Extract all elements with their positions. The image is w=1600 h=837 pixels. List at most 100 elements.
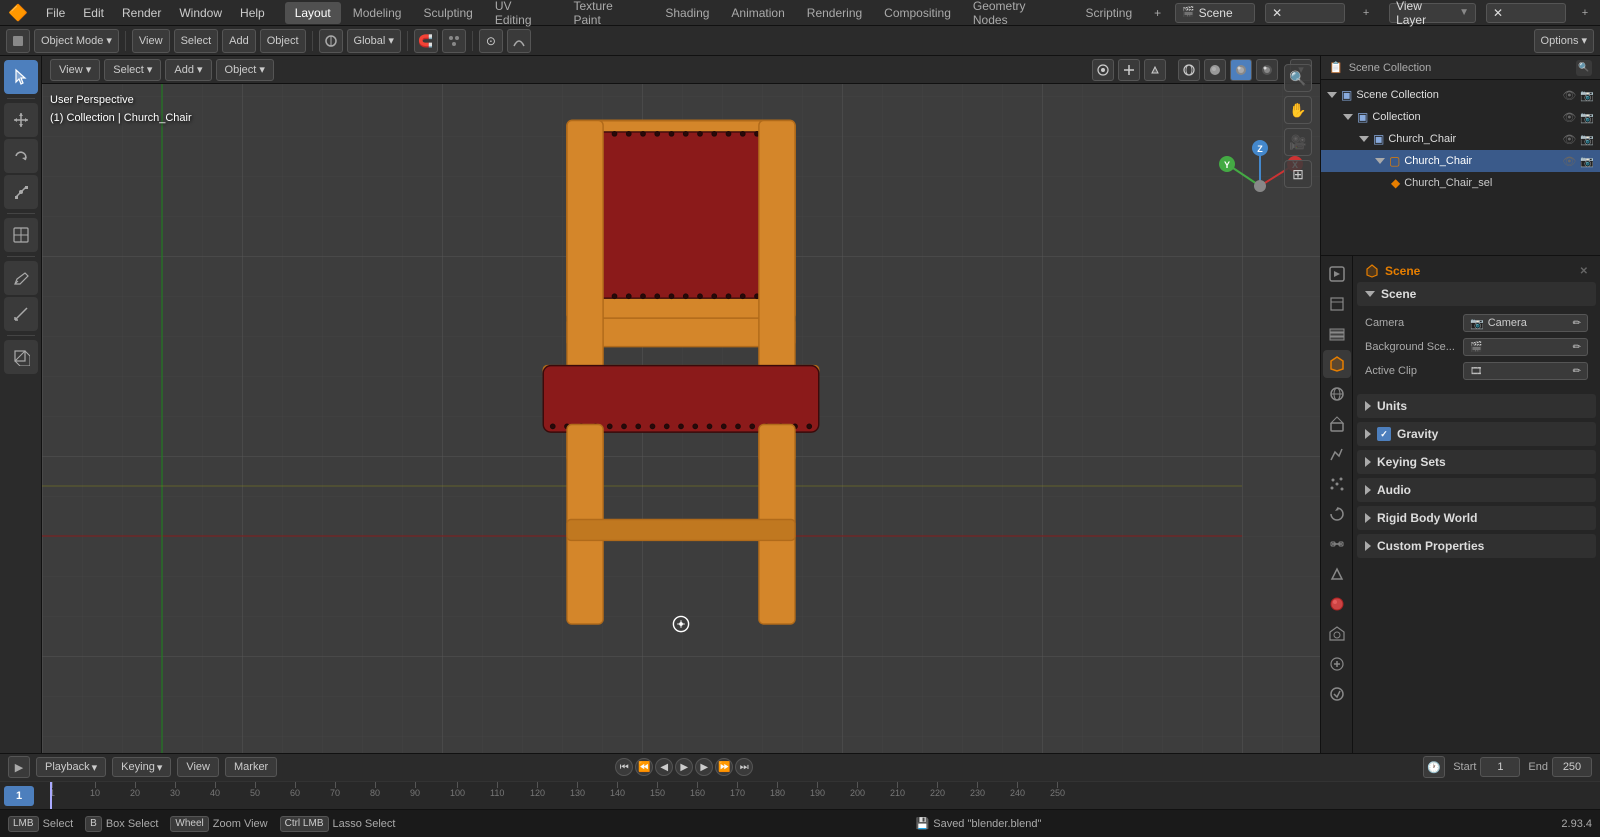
mode-selector[interactable]: Object Mode ▾ (34, 29, 119, 53)
bg-scene-value[interactable]: 🎬 ✏ (1463, 338, 1588, 356)
view-menu-btn[interactable]: View (132, 29, 170, 53)
tab-compositing[interactable]: Compositing (874, 2, 961, 24)
tool-scale[interactable] (4, 175, 38, 209)
vp-zoom-in-btn[interactable]: 🔍 (1284, 64, 1312, 92)
snap-type-btn[interactable] (442, 29, 466, 53)
tool-rotate[interactable] (4, 139, 38, 173)
tab-rendering[interactable]: Rendering (797, 2, 872, 24)
vis-icon-3[interactable]: 👁 (1562, 133, 1576, 146)
vp-material-btn[interactable] (1230, 59, 1252, 81)
tab-sculpting[interactable]: Sculpting (413, 2, 482, 24)
playback-menu-btn[interactable]: Playback ▾ (36, 757, 106, 777)
props-section-audio-header[interactable]: Audio (1357, 478, 1596, 502)
view-menu-btn-timeline[interactable]: View (177, 757, 219, 777)
close-scene-btn[interactable]: ✕ (1265, 3, 1345, 23)
menu-render[interactable]: Render (114, 2, 169, 24)
tab-geometry-nodes[interactable]: Geometry Nodes (963, 2, 1074, 24)
close-viewlayer-btn[interactable]: ✕ (1486, 3, 1566, 23)
step-fwd-btn[interactable]: ▶ (695, 758, 713, 776)
props-tab-extra2[interactable] (1323, 680, 1351, 708)
scene-name-field[interactable]: 🎬 Scene (1175, 3, 1255, 23)
tab-add[interactable]: + (1144, 2, 1171, 24)
vp-wireframe-btn[interactable] (1178, 59, 1200, 81)
vp-ortho-btn[interactable]: ⊞ (1284, 160, 1312, 188)
prev-keyframe-btn[interactable]: ⏪ (635, 758, 653, 776)
tab-texture-paint[interactable]: Texture Paint (563, 2, 653, 24)
menu-edit[interactable]: Edit (75, 2, 112, 24)
vp-camera-btn[interactable]: 🎥 (1284, 128, 1312, 156)
props-section-gravity-header[interactable]: ✓ Gravity (1357, 422, 1596, 446)
props-tab-scene[interactable] (1323, 350, 1351, 378)
timeline-ruler[interactable]: 1 1 10 20 30 40 (0, 782, 1600, 809)
props-tab-physics[interactable] (1323, 500, 1351, 528)
current-frame-indicator[interactable]: 1 (4, 786, 34, 806)
props-tab-render[interactable] (1323, 260, 1351, 288)
props-tab-modifier[interactable] (1323, 440, 1351, 468)
tool-annotate[interactable] (4, 261, 38, 295)
gravity-checkbox[interactable]: ✓ (1377, 427, 1391, 441)
vp-overlay-btn[interactable] (1092, 59, 1114, 81)
props-tab-viewlayer[interactable] (1323, 320, 1351, 348)
props-tab-extra1[interactable] (1323, 650, 1351, 678)
props-section-scene-header[interactable]: Scene (1357, 282, 1596, 306)
viewport[interactable]: View ▾ Select ▾ Add ▾ Object ▾ (42, 56, 1320, 753)
outliner-row-collection[interactable]: ▣ Collection 👁 📷 (1321, 106, 1600, 128)
proportional-type-btn[interactable] (507, 29, 531, 53)
timeline-playhead[interactable] (50, 782, 52, 809)
vis-icon-4[interactable]: 👁 (1562, 155, 1576, 168)
end-frame-input[interactable] (1552, 757, 1592, 777)
outliner-row-church-chair-coll[interactable]: ▣ Church_Chair 👁 📷 (1321, 128, 1600, 150)
active-clip-value[interactable]: 🎞 ✏ (1463, 362, 1588, 380)
props-section-units-header[interactable]: Units (1357, 394, 1596, 418)
tab-modeling[interactable]: Modeling (343, 2, 412, 24)
step-back-btn[interactable]: ◀ (655, 758, 673, 776)
props-tab-output[interactable] (1323, 290, 1351, 318)
tab-scripting[interactable]: Scripting (1075, 2, 1142, 24)
props-tab-scene-lower[interactable] (1323, 620, 1351, 648)
render-icon-4[interactable]: 📷 (1580, 155, 1594, 168)
options-btn[interactable]: Options ▾ (1534, 29, 1594, 53)
props-section-custom-header[interactable]: Custom Properties (1357, 534, 1596, 558)
transform-orient-icon[interactable] (319, 29, 343, 53)
snap-toggle-btn[interactable]: 🧲 (414, 29, 438, 53)
props-tab-world[interactable] (1323, 380, 1351, 408)
props-tab-constraints[interactable] (1323, 530, 1351, 558)
camera-value[interactable]: 📷 Camera ✏ (1463, 314, 1588, 332)
tab-layout[interactable]: Layout (285, 2, 341, 24)
object-menu-btn[interactable]: Object (260, 29, 306, 53)
jump-to-start-btn[interactable]: ⏮ (615, 758, 633, 776)
props-section-keying-header[interactable]: Keying Sets (1357, 450, 1596, 474)
menu-window[interactable]: Window (171, 2, 230, 24)
start-frame-input[interactable] (1480, 757, 1520, 777)
menu-help[interactable]: Help (232, 2, 273, 24)
vp-view-menu[interactable]: View ▾ (50, 59, 100, 81)
tab-uv-editing[interactable]: UV Editing (485, 2, 562, 24)
props-tab-object[interactable] (1323, 410, 1351, 438)
select-menu-btn[interactable]: Select (174, 29, 219, 53)
props-tab-material[interactable] (1323, 590, 1351, 618)
transform-orient-selector[interactable]: Global ▾ (347, 29, 401, 53)
proportional-edit-btn[interactable]: ⊙ (479, 29, 503, 53)
view-layer-field[interactable]: View Layer ▼ (1389, 3, 1476, 23)
tab-shading[interactable]: Shading (655, 2, 719, 24)
vp-snap-btn[interactable] (1144, 59, 1166, 81)
outliner-row-scene-collection[interactable]: ▣ Scene Collection 👁 📷 (1321, 84, 1600, 106)
vp-solid-btn[interactable] (1204, 59, 1226, 81)
timeline-mode-icon[interactable]: ▶ (8, 756, 30, 778)
mode-icon-btn[interactable] (6, 29, 30, 53)
render-icon[interactable]: 📷 (1580, 89, 1594, 102)
outliner-row-church-chair-obj[interactable]: ▢ Church_Chair 👁 📷 (1321, 150, 1600, 172)
menu-file[interactable]: File (38, 2, 73, 24)
vp-add-menu[interactable]: Add ▾ (165, 59, 211, 81)
tool-move[interactable] (4, 103, 38, 137)
props-tab-object-data[interactable] (1323, 560, 1351, 588)
add-scene-btn[interactable]: + (1355, 2, 1377, 24)
outliner-row-material[interactable]: ◆ Church_Chair_sel (1321, 172, 1600, 194)
vp-select-menu[interactable]: Select ▾ (104, 59, 161, 81)
play-btn[interactable]: ▶ (675, 758, 693, 776)
keying-menu-btn[interactable]: Keying ▾ (112, 757, 171, 777)
tool-cursor[interactable] (4, 60, 38, 94)
render-icon-3[interactable]: 📷 (1580, 133, 1594, 146)
tool-transform[interactable] (4, 218, 38, 252)
vp-object-menu[interactable]: Object ▾ (216, 59, 274, 81)
